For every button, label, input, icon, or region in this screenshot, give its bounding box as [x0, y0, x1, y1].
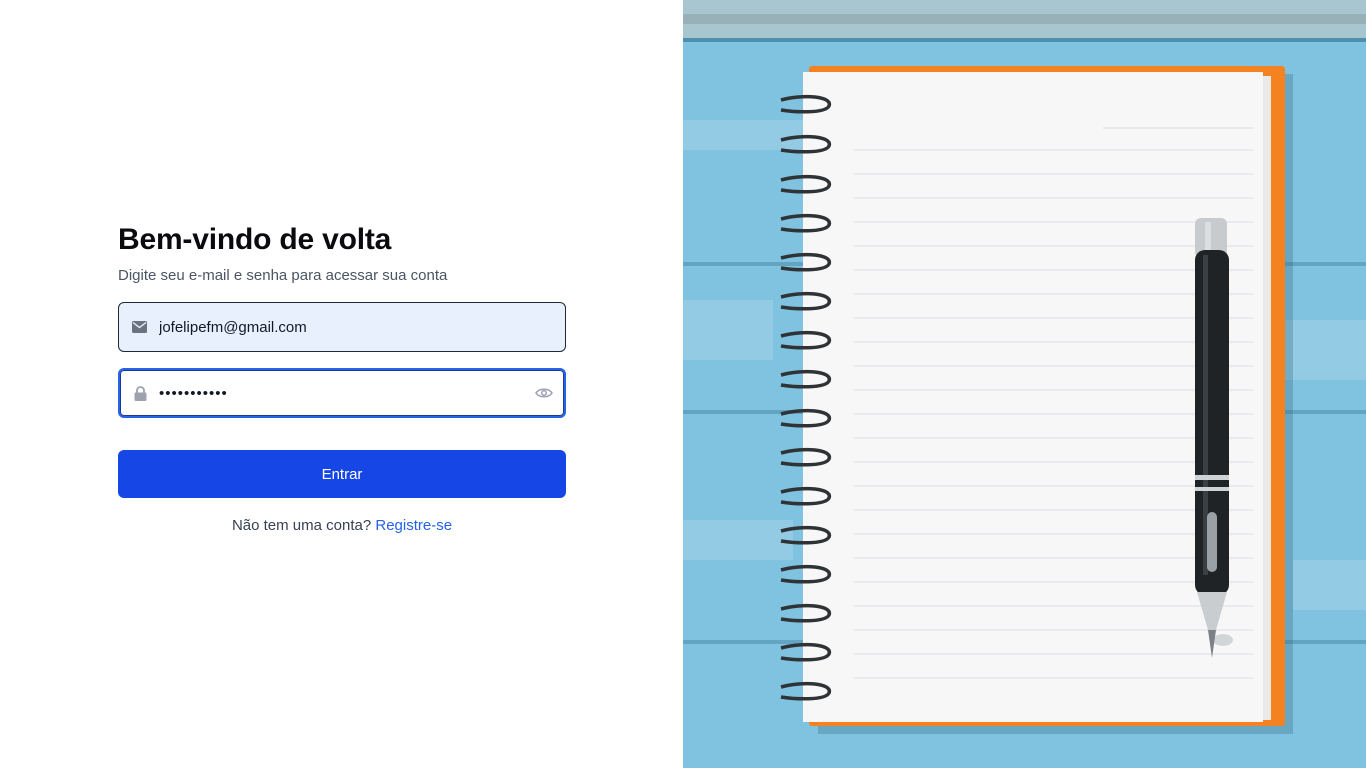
login-panel: Bem-vindo de volta Digite seu e-mail e s… [0, 0, 683, 768]
email-field[interactable] [118, 302, 566, 352]
register-link[interactable]: Registre-se [375, 517, 452, 534]
envelope-icon [131, 319, 147, 335]
notebook-photo [683, 0, 1366, 768]
register-prompt-line: Não tem uma conta? Registre-se [118, 517, 566, 534]
hero-image [683, 0, 1366, 768]
register-prompt: Não tem uma conta? [231, 517, 372, 534]
password-field[interactable] [118, 368, 566, 418]
email-input[interactable] [159, 318, 519, 336]
submit-button[interactable]: Entrar [118, 450, 566, 498]
lock-icon [132, 385, 148, 401]
password-input[interactable] [159, 384, 519, 402]
login-form: Bem-vindo de volta Digite seu e-mail e s… [118, 222, 566, 534]
eye-icon[interactable] [534, 383, 554, 403]
page-title: Bem-vindo de volta [118, 223, 392, 256]
page-subtitle: Digite seu e-mail e senha para acessar s… [118, 267, 448, 284]
